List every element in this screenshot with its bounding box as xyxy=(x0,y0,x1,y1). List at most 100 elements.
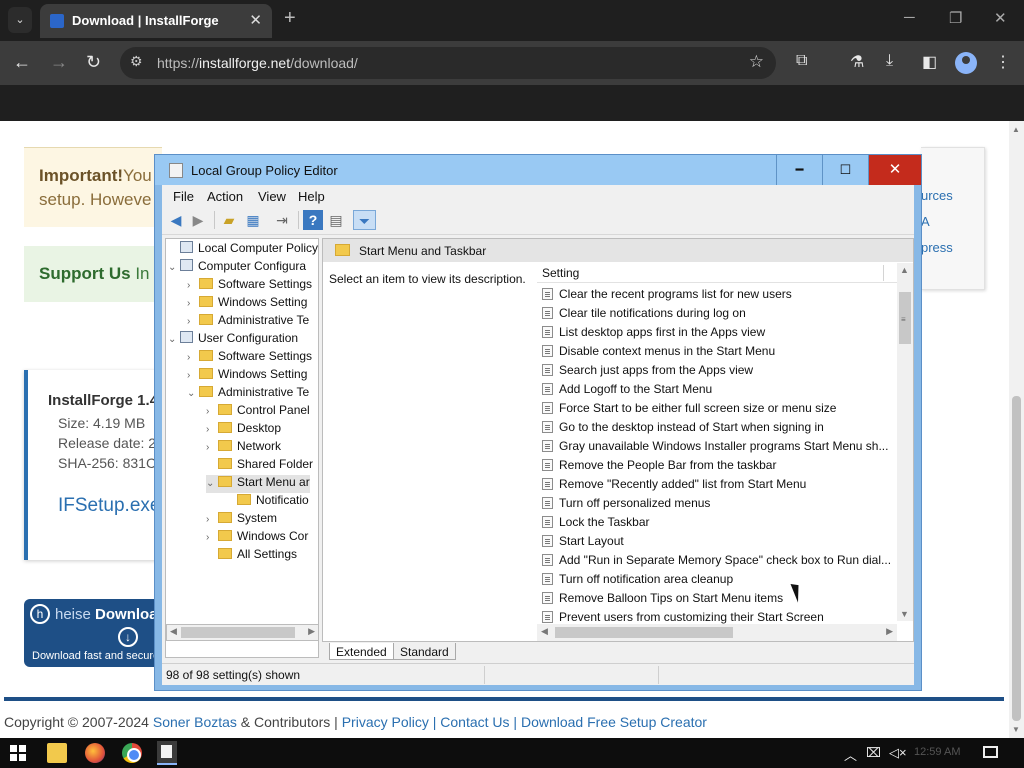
tree-item[interactable]: Shared Folder xyxy=(206,457,313,475)
download-icon[interactable]: ⤓ xyxy=(886,52,893,70)
setting-row[interactable]: Force Start to be either full screen siz… xyxy=(537,398,893,417)
tree-item[interactable]: › Desktop xyxy=(206,421,281,439)
setting-row[interactable]: Add "Run in Separate Memory Space" check… xyxy=(537,550,893,569)
tree-hscrollbar[interactable]: ◀ ▶ xyxy=(166,624,319,641)
file-explorer-icon[interactable] xyxy=(47,743,67,763)
scroll-down-icon[interactable]: ▼ xyxy=(900,609,909,619)
free-setup-creator-link[interactable]: Download Free Setup Creator xyxy=(521,714,707,730)
footer-author-link[interactable]: Soner Boztas xyxy=(153,714,237,730)
forward-icon[interactable]: → xyxy=(50,52,68,73)
back-icon[interactable]: ◀ xyxy=(166,210,186,230)
page-scrollbar[interactable]: ▲ ▼ xyxy=(1009,121,1024,738)
browser-tab[interactable]: Download | InstallForge ✕ xyxy=(40,4,272,38)
heise-download-badge[interactable]: h heise Download ↓ Download fast and sec… xyxy=(24,599,162,667)
scroll-up-icon[interactable]: ▲ xyxy=(1012,125,1020,134)
scroll-up-icon[interactable]: ▲ xyxy=(900,265,909,275)
column-setting[interactable]: Setting xyxy=(542,266,579,280)
setting-row[interactable]: Turn off personalized menus xyxy=(537,493,893,512)
forward-icon[interactable]: ▶ xyxy=(188,210,208,230)
close-icon[interactable]: ✕ xyxy=(249,11,262,29)
show-hide-tree-icon[interactable]: ▦ xyxy=(243,210,263,230)
chevron-down-icon[interactable]: ⌄ xyxy=(168,334,180,345)
scroll-left-icon[interactable]: ◀ xyxy=(541,626,548,637)
express-link[interactable]: press xyxy=(921,240,953,255)
setting-row[interactable]: List desktop apps first in the Apps view xyxy=(537,322,893,341)
faq-link[interactable]: A xyxy=(921,214,930,229)
gpe-titlebar[interactable]: Local Group Policy Editor ━ ☐ ✕ xyxy=(155,155,921,185)
back-icon[interactable]: ← xyxy=(13,52,31,73)
tree-item[interactable]: › Software Settings xyxy=(187,349,312,367)
resources-link[interactable]: urces xyxy=(921,188,953,203)
restore-icon[interactable]: ❐ xyxy=(949,9,962,27)
chevron-right-icon[interactable]: › xyxy=(206,406,218,417)
site-info-icon[interactable]: ⚙ xyxy=(130,53,143,70)
firefox-icon[interactable] xyxy=(85,743,105,763)
contact-us-link[interactable]: Contact Us xyxy=(440,714,509,730)
profile-icon[interactable] xyxy=(955,52,977,74)
setting-row[interactable]: Remove "Recently added" list from Start … xyxy=(537,474,893,493)
export-list-icon[interactable]: ⇥ xyxy=(272,210,292,230)
chevron-right-icon[interactable]: › xyxy=(206,514,218,525)
tree-item[interactable]: ⌄ Administrative Te xyxy=(187,385,309,403)
tree-item[interactable]: All Settings xyxy=(206,547,297,565)
chevron-right-icon[interactable]: › xyxy=(187,352,199,363)
scroll-left-icon[interactable]: ◀ xyxy=(170,626,177,637)
chevron-down-icon[interactable]: ⌄ xyxy=(187,388,199,399)
setting-row[interactable]: Lock the Taskbar xyxy=(537,512,893,531)
setting-row[interactable]: Search just apps from the Apps view xyxy=(537,360,893,379)
menu-view[interactable]: View xyxy=(258,189,286,204)
sidepanel-icon[interactable]: ◧ xyxy=(922,52,937,72)
address-bar[interactable]: ⚙ https://installforge.net/download/ ☆ xyxy=(120,47,776,79)
tree-item[interactable]: ⌄ User Configuration xyxy=(168,331,298,349)
chrome-icon[interactable] xyxy=(122,743,142,763)
tree-item[interactable]: › Windows Cor xyxy=(206,529,308,547)
column-divider[interactable] xyxy=(883,265,884,281)
list-hscrollbar[interactable]: ◀ ▶ xyxy=(537,624,897,641)
tree-item[interactable]: › Windows Setting xyxy=(187,295,307,313)
tree-item[interactable]: › Network xyxy=(206,439,281,457)
volume-muted-icon[interactable]: ◁× xyxy=(889,745,907,761)
maximize-icon[interactable]: ☐ xyxy=(822,155,868,185)
tree-item[interactable]: Local Computer Policy xyxy=(168,241,318,259)
close-window-icon[interactable]: ✕ xyxy=(994,9,1007,27)
notification-icon[interactable] xyxy=(983,746,998,758)
setting-row[interactable]: Clear the recent programs list for new u… xyxy=(537,284,893,303)
setting-row[interactable]: Turn off notification area cleanup xyxy=(537,569,893,588)
chevron-up-icon[interactable]: ︿ xyxy=(844,745,857,764)
menu-file[interactable]: File xyxy=(173,189,194,204)
setting-row[interactable]: Remove the People Bar from the taskbar xyxy=(537,455,893,474)
more-icon[interactable]: ⋮ xyxy=(995,52,1011,72)
chevron-right-icon[interactable]: › xyxy=(187,298,199,309)
group-policy-taskbar-icon[interactable] xyxy=(157,741,177,765)
scroll-thumb[interactable] xyxy=(1012,396,1021,721)
tree-item[interactable]: › Control Panel xyxy=(206,403,310,421)
privacy-policy-link[interactable]: Privacy Policy xyxy=(342,714,429,730)
setting-row[interactable]: Remove Balloon Tips on Start Menu items xyxy=(537,588,893,607)
minimize-icon[interactable]: ━ xyxy=(776,155,822,185)
windows-start-icon[interactable] xyxy=(10,745,26,761)
filter-icon[interactable]: ⏷ xyxy=(353,210,376,230)
minimize-icon[interactable]: ─ xyxy=(904,9,915,26)
extensions-icon[interactable]: ⧉ xyxy=(796,52,807,70)
setting-row[interactable]: Go to the desktop instead of Start when … xyxy=(537,417,893,436)
star-icon[interactable]: ☆ xyxy=(749,52,764,72)
scroll-down-icon[interactable]: ▼ xyxy=(1012,725,1020,734)
tree-item[interactable]: Notificatio xyxy=(225,493,309,511)
tree-item[interactable]: ⌄ Start Menu ar xyxy=(206,475,310,493)
tree-item[interactable]: › Administrative Te xyxy=(187,313,309,331)
tab-standard[interactable]: Standard xyxy=(393,643,456,660)
scroll-right-icon[interactable]: ▶ xyxy=(308,626,315,637)
network-icon[interactable]: ⌧ xyxy=(866,745,881,761)
menu-action[interactable]: Action xyxy=(207,189,243,204)
chevron-right-icon[interactable]: › xyxy=(187,316,199,327)
tree-item[interactable]: › Software Settings xyxy=(187,277,312,295)
plus-icon[interactable]: + xyxy=(284,7,296,30)
chevron-right-icon[interactable]: › xyxy=(206,532,218,543)
close-icon[interactable]: ✕ xyxy=(868,155,921,185)
tree-scroll-thumb[interactable] xyxy=(181,627,295,638)
properties-icon[interactable]: ▤ xyxy=(326,210,346,230)
scroll-right-icon[interactable]: ▶ xyxy=(886,626,893,637)
help-icon[interactable]: ? xyxy=(303,210,323,230)
download-link[interactable]: IFSetup.exe xyxy=(58,495,160,517)
tab-extended[interactable]: Extended xyxy=(329,643,394,660)
